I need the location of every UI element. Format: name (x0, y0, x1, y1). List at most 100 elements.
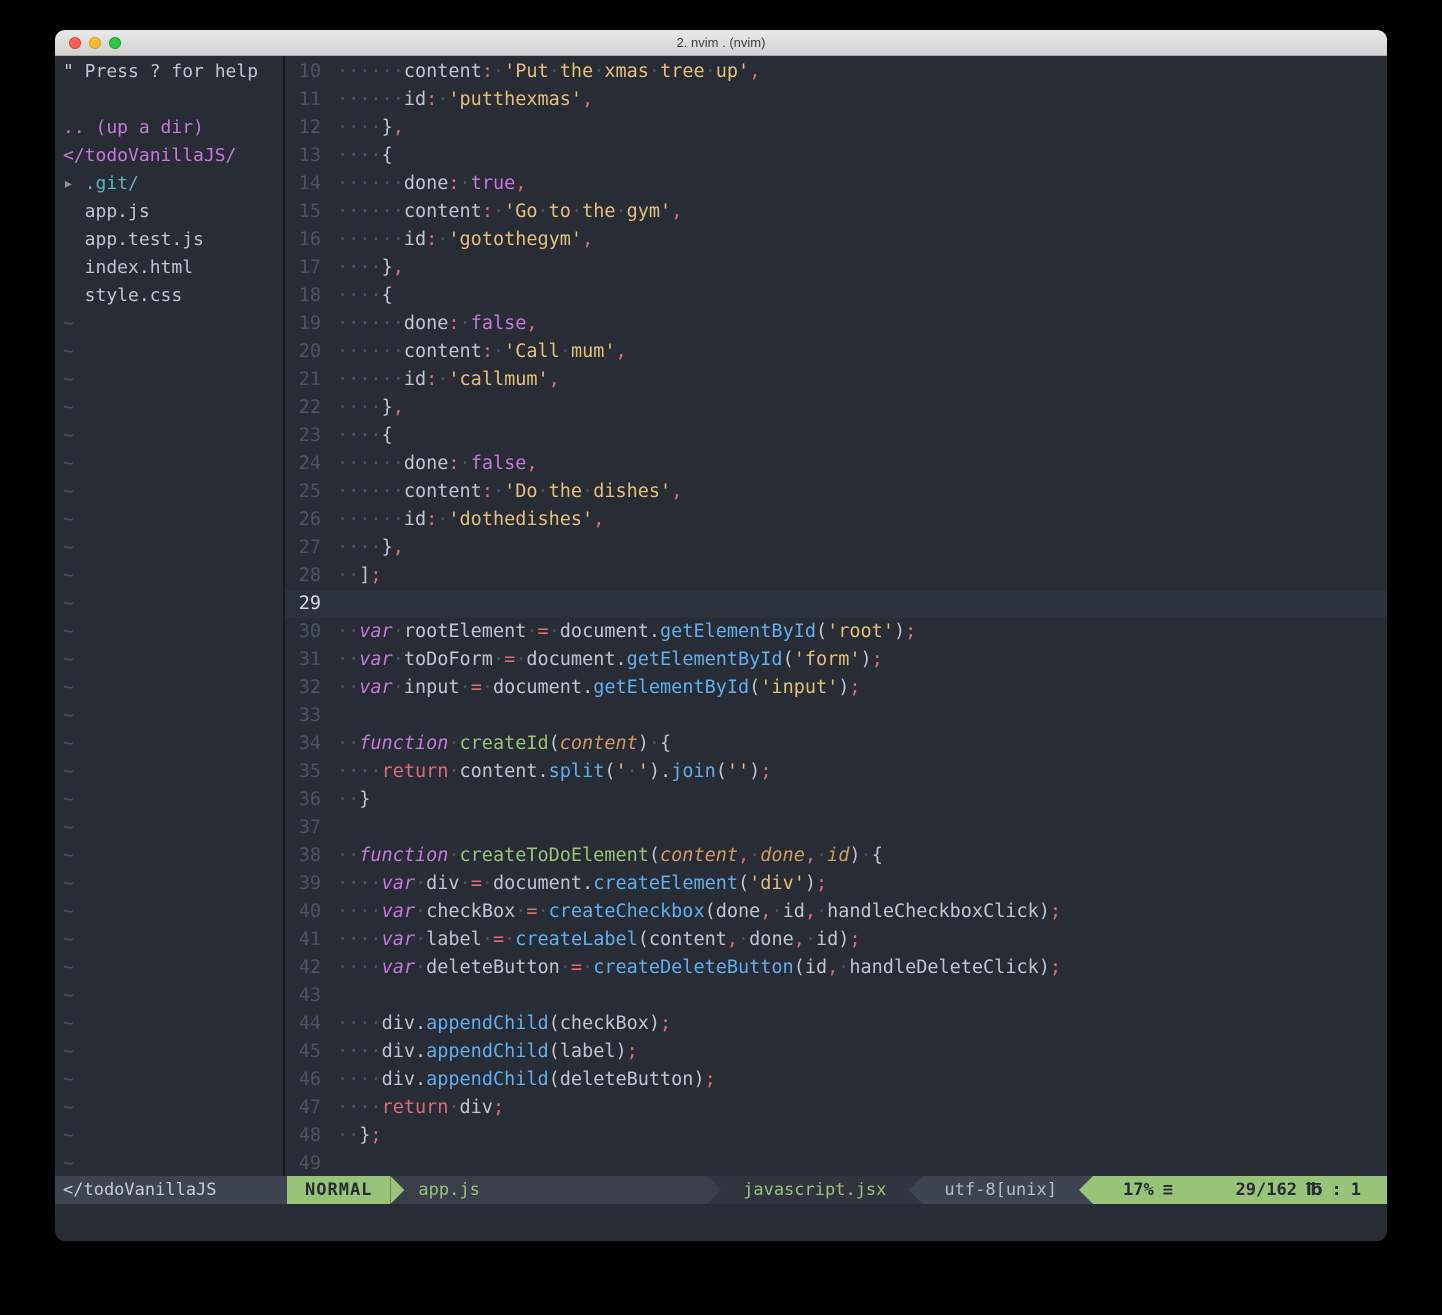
tree-item-style-css[interactable]: style.css (63, 282, 283, 310)
code-line-22[interactable]: 22····}, (285, 394, 1387, 422)
space-dot: · (348, 677, 359, 698)
code-line-38[interactable]: 38··function·createToDoElement(content,·… (285, 842, 1387, 870)
code-line-26[interactable]: 26······id:·'dothedishes', (285, 506, 1387, 534)
code-line-18[interactable]: 18····{ (285, 282, 1387, 310)
code-line-24[interactable]: 24······done:·false, (285, 450, 1387, 478)
code-line-41[interactable]: 41····var·label·=·createLabel(content,·d… (285, 926, 1387, 954)
code-line-16[interactable]: 16······id:·'gotothegym', (285, 226, 1387, 254)
code-line-47[interactable]: 47····return·div; (285, 1094, 1387, 1122)
code-line-12[interactable]: 12····}, (285, 114, 1387, 142)
code-line-11[interactable]: 11······id:·'putthexmas', (285, 86, 1387, 114)
netrw-file-explorer[interactable]: " Press ? for help .. (up a dir)</todoVa… (55, 56, 285, 1176)
code-line-28[interactable]: 28··]; (285, 562, 1387, 590)
line-number: 26 (285, 506, 337, 534)
code-line-13[interactable]: 13····{ (285, 142, 1387, 170)
line-number: 46 (285, 1066, 337, 1094)
code-line-20[interactable]: 20······content:·'Call·mum', (285, 338, 1387, 366)
space-dot: · (560, 957, 571, 978)
code-line-39[interactable]: 39····var·div·=·document.createElement('… (285, 870, 1387, 898)
code-line-35[interactable]: 35····return·content.split('·').join('')… (285, 758, 1387, 786)
space-dot: · (370, 873, 381, 894)
space-dot: · (359, 1069, 370, 1090)
space-dot: · (393, 621, 404, 642)
code-line-10[interactable]: 10······content:·'Put·the·xmas·tree·up', (285, 58, 1387, 86)
space-dot: · (348, 733, 359, 754)
code-line-40[interactable]: 40····var·checkBox·=·createCheckbox(done… (285, 898, 1387, 926)
space-dot: · (337, 397, 348, 418)
space-dot: · (337, 425, 348, 446)
space-dot: · (538, 201, 549, 222)
code-line-44[interactable]: 44····div.appendChild(checkBox); (285, 1010, 1387, 1038)
code-line-25[interactable]: 25······content:·'Do·the·dishes', (285, 478, 1387, 506)
code-text: ····var·label·=·createLabel(content,·don… (337, 926, 861, 954)
code-line-34[interactable]: 34··function·createId(content)·{ (285, 730, 1387, 758)
empty-buffer-tilde: ~ (63, 1150, 283, 1176)
code-line-36[interactable]: 36··} (285, 786, 1387, 814)
cursor-column: 1 (1351, 1176, 1361, 1204)
code-line-31[interactable]: 31··var·toDoForm·=·document.getElementBy… (285, 646, 1387, 674)
zoom-button[interactable] (109, 37, 121, 49)
tree-item-app-js[interactable]: app.js (63, 198, 283, 226)
netrw-up-dir[interactable]: .. (up a dir) (63, 114, 283, 142)
command-line[interactable] (55, 1204, 1387, 1241)
space-dot: · (370, 341, 381, 362)
empty-buffer-tilde: ~ (63, 338, 283, 366)
space-dot: · (337, 313, 348, 334)
line-number: 31 (285, 646, 337, 674)
space-dot: · (348, 1069, 359, 1090)
code-text: ······done:·false, (337, 450, 538, 478)
code-text: ······content:·'Call·mum', (337, 338, 627, 366)
netrw-root-path[interactable]: </todoVanillaJS/ (63, 142, 283, 170)
code-line-14[interactable]: 14······done:·true, (285, 170, 1387, 198)
code-text: ····}, (337, 534, 404, 562)
scroll-percent: 17% (1123, 1176, 1154, 1204)
code-line-19[interactable]: 19······done:·false, (285, 310, 1387, 338)
space-dot: · (393, 173, 404, 194)
code-line-23[interactable]: 23····{ (285, 422, 1387, 450)
space-dot: · (493, 61, 504, 82)
code-line-45[interactable]: 45····div.appendChild(label); (285, 1038, 1387, 1066)
space-dot: · (337, 845, 348, 866)
space-dot: · (359, 1041, 370, 1062)
space-dot: · (771, 901, 782, 922)
code-line-30[interactable]: 30··var·rootElement·=·document.getElemen… (285, 618, 1387, 646)
space-dot: · (370, 509, 381, 530)
code-line-49[interactable]: 49 (285, 1150, 1387, 1176)
code-line-32[interactable]: 32··var·input·=·document.getElementById(… (285, 674, 1387, 702)
code-text: ··var·rootElement·=·document.getElementB… (337, 618, 916, 646)
code-line-15[interactable]: 15······content:·'Go·to·the·gym', (285, 198, 1387, 226)
code-text: ····return·div; (337, 1094, 504, 1122)
close-button[interactable] (69, 37, 81, 49)
code-line-33[interactable]: 33 (285, 702, 1387, 730)
space-dot: · (448, 845, 459, 866)
space-dot: · (337, 453, 348, 474)
line-number: 33 (285, 702, 337, 730)
minimize-button[interactable] (89, 37, 101, 49)
tree-item-index-html[interactable]: index.html (63, 254, 283, 282)
code-line-42[interactable]: 42····var·deleteButton·=·createDeleteBut… (285, 954, 1387, 982)
code-line-37[interactable]: 37 (285, 814, 1387, 842)
empty-buffer-tilde: ~ (63, 450, 283, 478)
code-line-29[interactable]: 29 (285, 590, 1387, 618)
space-dot: · (337, 257, 348, 278)
code-line-27[interactable]: 27····}, (285, 534, 1387, 562)
space-dot: · (816, 845, 827, 866)
space-dot: · (370, 453, 381, 474)
code-line-46[interactable]: 46····div.appendChild(deleteButton); (285, 1066, 1387, 1094)
space-dot: · (337, 117, 348, 138)
editor-pane[interactable]: 10······content:·'Put·the·xmas·tree·up',… (285, 56, 1387, 1176)
code-line-21[interactable]: 21······id:·'callmum', (285, 366, 1387, 394)
code-line-17[interactable]: 17····}, (285, 254, 1387, 282)
tree-item-app-test-js[interactable]: app.test.js (63, 226, 283, 254)
code-line-43[interactable]: 43 (285, 982, 1387, 1010)
tree-item-git-dir[interactable]: ▸ .git/ (63, 170, 283, 198)
space-dot: · (393, 201, 404, 222)
line-number: 30 (285, 618, 337, 646)
line-number: 42 (285, 954, 337, 982)
empty-buffer-tilde: ~ (63, 1010, 283, 1038)
code-line-48[interactable]: 48··}; (285, 1122, 1387, 1150)
space-dot: · (370, 957, 381, 978)
window-titlebar[interactable]: 2. nvim . (nvim) (55, 30, 1387, 56)
space-dot: · (348, 1097, 359, 1118)
code-text: ····{ (337, 422, 393, 450)
